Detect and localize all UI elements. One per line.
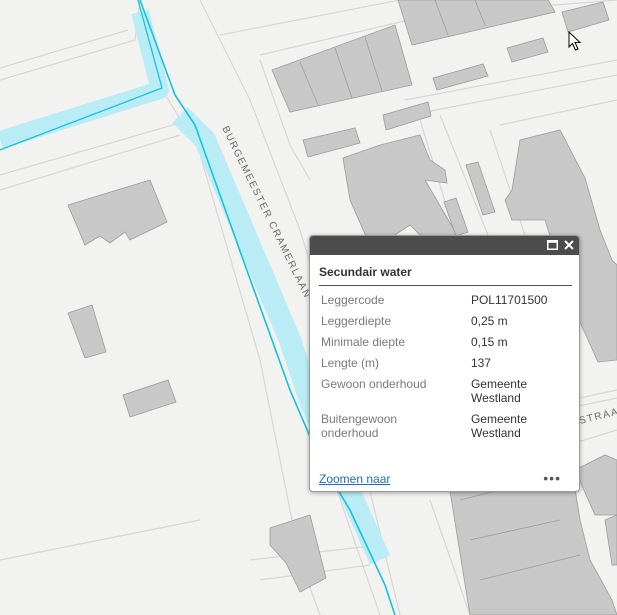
attribute-key: Minimale diepte [321, 335, 406, 349]
street-label-straat: STRAAT [578, 405, 617, 427]
attribute-value: 0,15 m [470, 335, 508, 349]
attribute-row: Lengte (m) 137 [321, 356, 567, 377]
title-divider [319, 285, 572, 286]
attribute-key: Leggerdiepte [321, 314, 392, 328]
attribute-value: Gemeente Westland [470, 412, 527, 440]
popup-header [310, 236, 579, 255]
feature-popup: Secundair water Leggercode POL11701500 L… [309, 235, 580, 492]
attribute-value: Gemeente Westland [470, 377, 527, 405]
attribute-value: POL11701500 [470, 293, 548, 307]
more-actions-button[interactable]: ••• [543, 470, 561, 486]
attribute-row: Buitengewoon onderhoud Gemeente Westland [321, 412, 567, 442]
attribute-row: Leggercode POL11701500 [321, 293, 567, 314]
attribute-table: Leggercode POL11701500 Leggerdiepte 0,25… [321, 293, 567, 442]
maximize-icon [546, 240, 558, 250]
attribute-row: Gewoon onderhoud Gemeente Westland [321, 377, 567, 412]
attribute-key: Gewoon onderhoud [321, 377, 427, 391]
attribute-value: 0,25 m [470, 314, 508, 328]
close-icon [564, 240, 574, 250]
mouse-pointer-icon [568, 31, 582, 51]
attribute-row: Leggerdiepte 0,25 m [321, 314, 567, 335]
zoom-to-link[interactable]: Zoomen naar [319, 472, 390, 486]
close-button[interactable] [562, 238, 576, 252]
attribute-row: Minimale diepte 0,15 m [321, 335, 567, 356]
attribute-key: Buitengewoon onderhoud [321, 412, 398, 440]
maximize-button[interactable] [545, 238, 559, 252]
attribute-key: Leggercode [321, 293, 385, 307]
attribute-key: Lengte (m) [321, 356, 380, 370]
popup-title: Secundair water [319, 265, 412, 279]
attribute-value: 137 [470, 356, 491, 370]
